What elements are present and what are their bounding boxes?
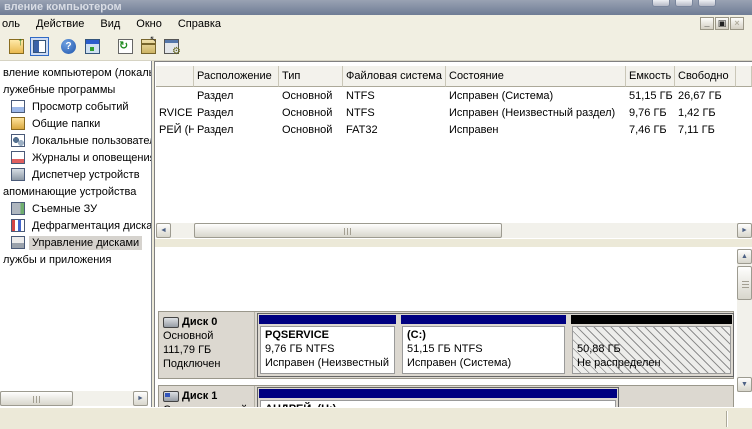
status-bar-divider	[726, 411, 728, 427]
disk1-partition-strip: АНДРЕЙ (H:) 7,47 ГБ FAT32 Исправен	[257, 387, 619, 407]
scrollbar-thumb[interactable]	[194, 223, 502, 238]
event-viewer-icon	[11, 100, 25, 113]
page-shape: ↻	[118, 39, 133, 54]
partition-andrey[interactable]: АНДРЕЙ (H:) 7,47 ГБ FAT32 Исправен	[258, 388, 618, 407]
mdi-minimize-button[interactable]: _	[700, 17, 714, 30]
column-header-free[interactable]: Свободно	[675, 66, 736, 87]
computer-management-window: вление компьютером оль Действие Вид Окно…	[0, 0, 752, 429]
scroll-left-arrow[interactable]: ◄	[156, 223, 171, 238]
window-close-button[interactable]	[698, 0, 716, 7]
pane-splitter[interactable]	[155, 239, 752, 247]
tree-item-removable-storage[interactable]: Съемные ЗУ	[0, 200, 100, 217]
local-users-icon	[11, 134, 25, 147]
tree-item-services[interactable]: лужбы и приложения	[0, 251, 114, 268]
defragmenter-icon	[11, 219, 25, 232]
tree-pane-shape	[33, 40, 46, 53]
show-hide-tree-icon[interactable]	[30, 37, 49, 56]
tree-item-shared-folders[interactable]: Общие папки	[0, 115, 103, 132]
sidebar-horizontal-scrollbar[interactable]: ►	[0, 391, 148, 406]
column-header-location[interactable]: Расположение	[194, 66, 279, 87]
column-header-capacity[interactable]: Емкость	[626, 66, 675, 87]
console-tree: вление компьютером (локаль лужебные прог…	[0, 61, 152, 407]
disk-management-panel: Расположение Тип Файловая система Состоя…	[154, 61, 752, 407]
menu-bar: оль Действие Вид Окно Справка _ ▣ ×	[0, 15, 752, 33]
gear-window-shape: ⚙	[164, 39, 179, 54]
scroll-right-arrow[interactable]: ►	[737, 223, 752, 238]
tree-item-device-manager[interactable]: Диспетчер устройств	[0, 166, 143, 183]
scroll-right-arrow[interactable]: ►	[133, 391, 148, 406]
question-glyph: ?	[61, 39, 76, 54]
graphical-vertical-scrollbar[interactable]: ▲ ▼	[737, 249, 752, 392]
partition-color-band	[571, 315, 732, 324]
help-icon[interactable]: ?	[59, 37, 78, 56]
window-minimize-button[interactable]	[652, 0, 670, 7]
toolbar: ↑ ? ↻ ↖ ⚙	[0, 33, 752, 61]
shared-folders-icon	[11, 117, 25, 130]
tree-item-system-tools[interactable]: лужебные программы	[0, 81, 118, 98]
disk-icon	[163, 317, 179, 328]
tree-item-performance-logs[interactable]: Журналы и оповещения пр	[0, 149, 152, 166]
folder-shape: ↑	[9, 39, 24, 54]
window-maximize-button[interactable]	[675, 0, 693, 7]
cabinet-shape: ↖	[141, 39, 156, 54]
properties-window-icon[interactable]	[83, 37, 102, 56]
partition-color-band	[401, 315, 566, 324]
mdi-restore-button[interactable]: ▣	[715, 17, 729, 30]
status-bar	[0, 407, 752, 429]
refresh-icon[interactable]: ↻	[116, 37, 135, 56]
partition-color-band	[259, 389, 617, 398]
tree-item-root[interactable]: вление компьютером (локаль	[0, 64, 152, 81]
partition-pqservice[interactable]: PQSERVICE 9,76 ГБ NTFS Исправен (Неизвес…	[258, 314, 397, 376]
column-header-volume[interactable]	[156, 66, 194, 87]
scrollbar-thumb[interactable]	[737, 266, 752, 300]
column-header-filesystem[interactable]: Файловая система	[343, 66, 446, 87]
disk0-info[interactable]: Диск 0 Основной 111,79 ГБ Подключен	[159, 312, 255, 378]
disk1-row: Диск 1 Съемное устрой 7,47 ГБ Подключен …	[158, 385, 734, 407]
column-header-type[interactable]: Тип	[279, 66, 343, 87]
disk-management-icon	[11, 236, 25, 249]
removable-disk-icon	[163, 391, 179, 402]
disk1-info[interactable]: Диск 1 Съемное устрой 7,47 ГБ Подключен	[159, 386, 255, 407]
menu-help[interactable]: Справка	[170, 16, 229, 32]
up-one-level-icon[interactable]: ↑	[7, 37, 26, 56]
scroll-up-arrow[interactable]: ▲	[737, 249, 752, 264]
menu-view[interactable]: Вид	[92, 16, 128, 32]
tree-item-storage[interactable]: апоминающие устройства	[0, 183, 139, 200]
column-header-extra[interactable]	[736, 66, 752, 87]
scrollbar-thumb[interactable]	[0, 391, 73, 406]
partition-unallocated[interactable]: 50,88 ГБ Не распределен	[570, 314, 733, 376]
menu-action[interactable]: Действие	[28, 16, 92, 32]
partition-color-band	[259, 315, 396, 324]
export-list-icon[interactable]: ↖	[139, 37, 158, 56]
settings-window-icon[interactable]: ⚙	[162, 37, 181, 56]
scroll-down-arrow[interactable]: ▼	[737, 377, 752, 392]
disk0-partition-strip: PQSERVICE 9,76 ГБ NTFS Исправен (Неизвес…	[257, 313, 734, 377]
mdi-close-button[interactable]: ×	[730, 17, 744, 30]
tree-item-defragmenter[interactable]: Дефрагментация диска	[0, 217, 152, 234]
performance-logs-icon	[11, 151, 25, 164]
removable-storage-icon	[11, 202, 25, 215]
tree-item-local-users[interactable]: Локальные пользователи и	[0, 132, 152, 149]
menu-window[interactable]: Окно	[128, 16, 170, 32]
tree-item-event-viewer[interactable]: Просмотр событий	[0, 98, 132, 115]
menu-console[interactable]: оль	[0, 16, 28, 32]
title-bar: вление компьютером	[0, 0, 752, 15]
window-title: вление компьютером	[4, 1, 122, 13]
graphical-view: Диск 0 Основной 111,79 ГБ Подключен PQSE…	[155, 247, 752, 407]
column-header-status[interactable]: Состояние	[446, 66, 626, 87]
window-shape	[85, 39, 100, 54]
partition-c[interactable]: (C:) 51,15 ГБ NTFS Исправен (Система)	[400, 314, 567, 376]
list-horizontal-scrollbar[interactable]: ◄ ►	[156, 223, 752, 238]
device-manager-icon	[11, 168, 25, 181]
tree-item-disk-management[interactable]: Управление дисками	[0, 234, 142, 251]
disk0-row: Диск 0 Основной 111,79 ГБ Подключен PQSE…	[158, 311, 734, 379]
